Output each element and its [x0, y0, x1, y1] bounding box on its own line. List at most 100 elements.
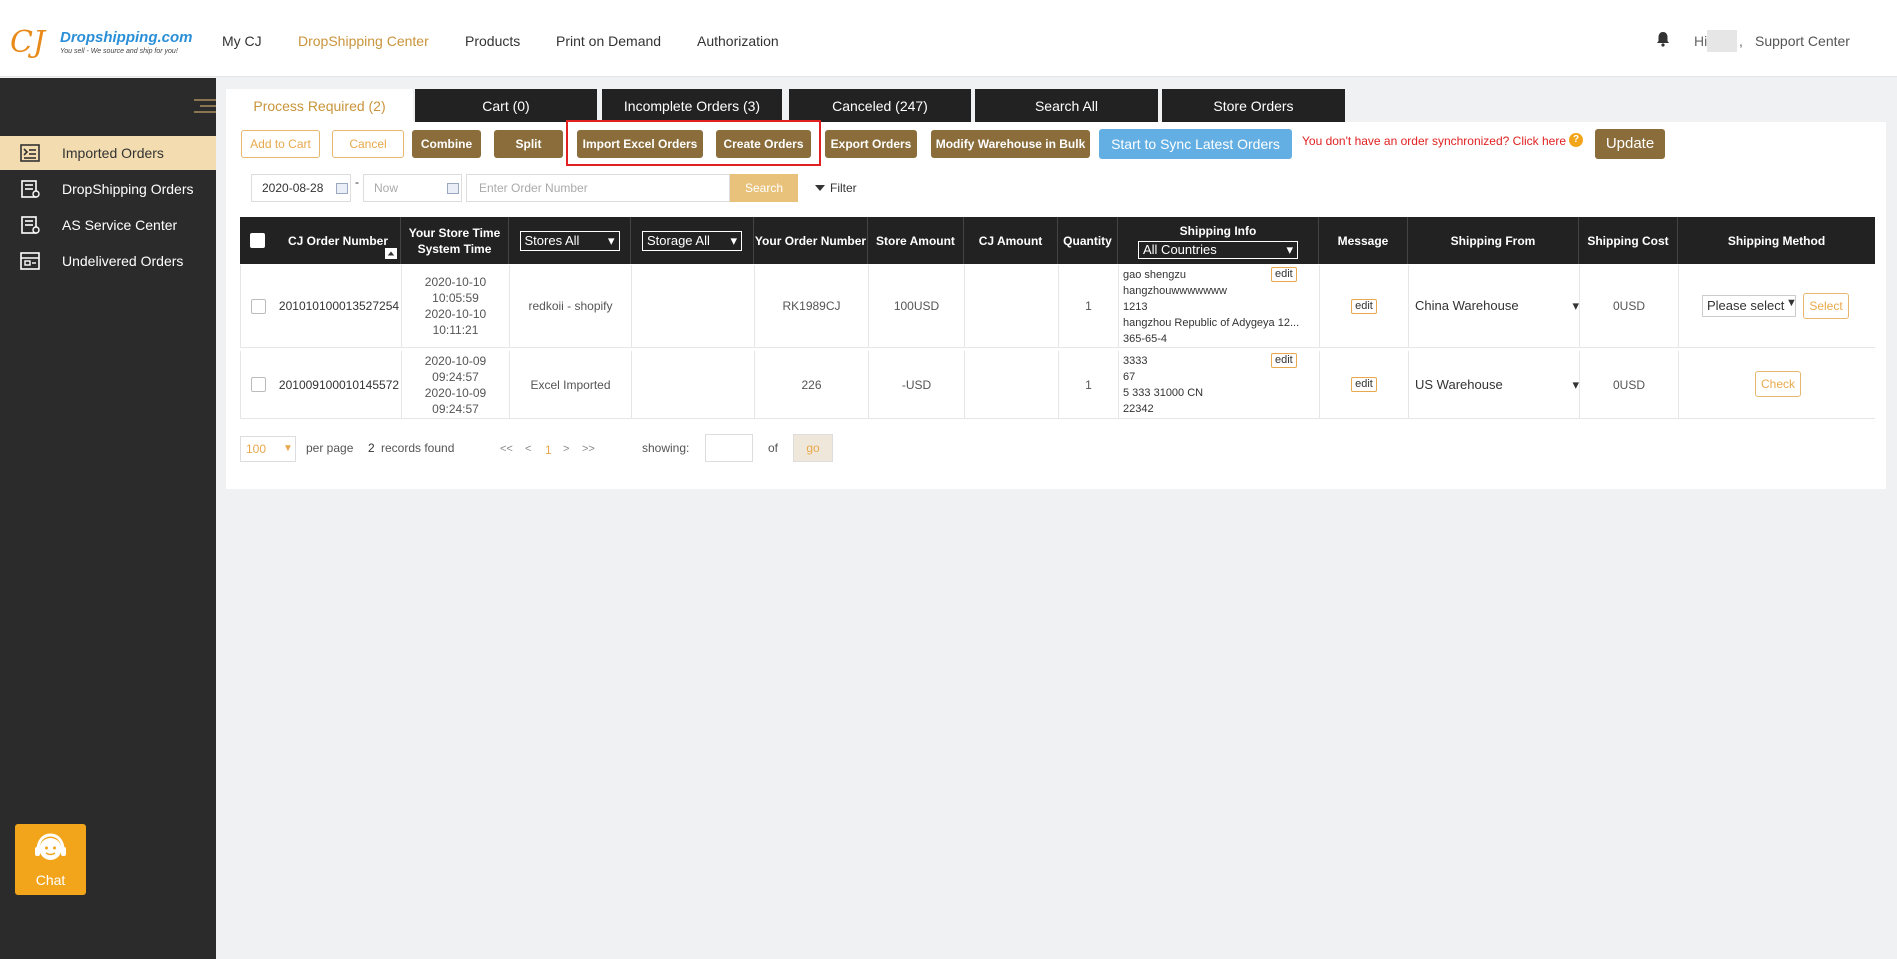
header-store-amount: Store Amount [868, 217, 964, 264]
sidebar-item-imported-orders[interactable]: Imported Orders [0, 136, 216, 170]
chat-button[interactable]: Chat [15, 824, 86, 895]
store-time: 09:24:57 [432, 369, 479, 384]
store-date: 2020-10-10 [424, 275, 487, 289]
header-label: CJ Amount [978, 233, 1043, 248]
header-quantity: Quantity [1058, 217, 1118, 264]
greeting: Hi [1694, 33, 1708, 49]
calendar-icon[interactable] [447, 183, 459, 194]
top-bar: CJ Dropshipping.com You sell - We source… [0, 0, 1897, 77]
current-page[interactable]: 1 [545, 443, 552, 457]
nav-products[interactable]: Products [465, 33, 520, 49]
shipping-method-select[interactable]: Please select [1702, 295, 1796, 317]
warehouse-select[interactable]: China Warehouse ▾ [1415, 298, 1579, 314]
nav-dropshipping-center[interactable]: DropShipping Center [298, 33, 429, 49]
search-button[interactable]: Search [730, 174, 798, 202]
menu-collapse-icon[interactable] [194, 97, 216, 115]
select-method-button[interactable]: Select [1803, 293, 1849, 319]
add-to-cart-button[interactable]: Add to Cart [241, 130, 320, 158]
cj-order-number[interactable]: 201010100013527254 [241, 265, 402, 347]
header-shipping-from: Shipping From [1408, 217, 1579, 264]
page-number-input[interactable] [705, 434, 753, 462]
store-time: 10:05:59 [432, 291, 479, 305]
header-label: Your Store Time [408, 225, 501, 240]
date-from-value: 2020-08-28 [262, 181, 324, 195]
check-method-button[interactable]: Check [1755, 371, 1801, 397]
split-button[interactable]: Split [494, 130, 563, 158]
caret-down-icon: ▼ [283, 443, 293, 454]
select-value: 100 [246, 442, 267, 456]
header-your-order-number: Your Order Number [754, 217, 868, 264]
nav-authorization[interactable]: Authorization [697, 33, 779, 49]
date-to-input[interactable]: Now [363, 174, 462, 202]
sidebar-item-dropshipping-orders[interactable]: DropShipping Orders [0, 172, 216, 206]
store-name: Excel Imported [510, 351, 632, 418]
of-label: of [768, 441, 779, 455]
order-number-input[interactable] [466, 174, 730, 202]
edit-message-button[interactable]: edit [1351, 377, 1377, 392]
bell-icon[interactable] [1656, 31, 1670, 47]
tab-search-all[interactable]: Search All [975, 89, 1158, 123]
username-blurred[interactable] [1707, 30, 1737, 52]
sidebar-item-label: Undelivered Orders [62, 253, 184, 269]
cj-order-number[interactable]: 201009100010145572 [241, 351, 402, 418]
header-shipping-method: Shipping Method [1678, 217, 1875, 264]
nav-my-cj[interactable]: My CJ [222, 33, 262, 49]
header-label: Shipping Cost [1587, 233, 1669, 248]
header-label: CJ Order Number [287, 233, 389, 248]
support-center-link[interactable]: Support Center [1755, 33, 1850, 49]
header-shipping-cost: Shipping Cost [1579, 217, 1678, 264]
sort-icon[interactable] [385, 248, 397, 259]
nav-print-on-demand[interactable]: Print on Demand [556, 33, 661, 49]
go-button[interactable]: go [793, 434, 833, 462]
prev-page-link[interactable]: < [525, 443, 531, 455]
sync-help-link[interactable]: You don't have an order synchronized? Cl… [1302, 134, 1566, 148]
sidebar-item-as-service-center[interactable]: AS Service Center [0, 208, 216, 242]
cj-logo[interactable]: CJ Dropshipping.com You sell - We source… [10, 24, 193, 64]
stores-filter-select[interactable]: Stores All ▾ [519, 230, 620, 251]
sidebar-item-label: Imported Orders [62, 145, 164, 161]
sidebar-item-undelivered-orders[interactable]: Undelivered Orders [0, 244, 216, 278]
tab-store-orders[interactable]: Store Orders [1162, 89, 1345, 123]
filter-toggle[interactable]: Filter [815, 181, 857, 195]
select-value: Storage All [647, 232, 710, 248]
header-shipping-info: Shipping Info All Countries ▾ [1118, 217, 1319, 264]
tab-incomplete-orders[interactable]: Incomplete Orders (3) [602, 89, 782, 123]
edit-message-button[interactable]: edit [1351, 298, 1377, 314]
update-button[interactable]: Update [1595, 129, 1665, 159]
page-size-select[interactable]: 100 ▼ [240, 436, 296, 462]
select-value: All Countries [1143, 241, 1217, 257]
first-page-link[interactable]: << [500, 443, 513, 455]
countries-filter-select[interactable]: All Countries ▾ [1138, 240, 1298, 259]
logo-mark: CJ [10, 25, 45, 60]
tab-process-required[interactable]: Process Required (2) [226, 89, 413, 123]
help-icon[interactable]: ? [1569, 133, 1583, 147]
warehouse-select[interactable]: US Warehouse ▾ [1415, 377, 1579, 393]
select-value: China Warehouse [1415, 298, 1519, 313]
caret-down-icon: ▾ [730, 232, 737, 248]
select-value: Please select [1707, 298, 1785, 313]
shipping-cost: 0USD [1580, 351, 1679, 418]
last-page-link[interactable]: >> [582, 443, 595, 455]
date-from-input[interactable]: 2020-08-28 [251, 174, 351, 202]
import-list-icon [20, 144, 40, 162]
chat-label: Chat [35, 872, 66, 888]
modify-warehouse-bulk-button[interactable]: Modify Warehouse in Bulk [931, 130, 1090, 158]
sync-orders-button[interactable]: Start to Sync Latest Orders [1099, 129, 1292, 159]
tab-cart[interactable]: Cart (0) [415, 89, 597, 123]
next-page-link[interactable]: > [563, 443, 569, 455]
cancel-button[interactable]: Cancel [332, 130, 404, 158]
edit-shipping-button[interactable]: edit [1271, 353, 1297, 368]
header-cj-order-number: CJ Order Number [240, 217, 401, 264]
tab-canceled[interactable]: Canceled (247) [789, 89, 971, 123]
header-label: Message [1337, 233, 1389, 248]
header-label: Quantity [1063, 233, 1112, 248]
storage-filter-select[interactable]: Storage All ▾ [642, 230, 742, 251]
edit-shipping-button[interactable]: edit [1271, 267, 1297, 282]
system-time: 09:24:57 [432, 401, 479, 416]
calendar-icon[interactable] [336, 183, 348, 194]
ship-phone: 365-65-4 [1123, 333, 1168, 345]
combine-button[interactable]: Combine [412, 130, 481, 158]
store-amount: 100USD [869, 265, 965, 347]
shipping-cost: 0USD [1580, 265, 1679, 347]
export-orders-button[interactable]: Export Orders [825, 130, 917, 158]
